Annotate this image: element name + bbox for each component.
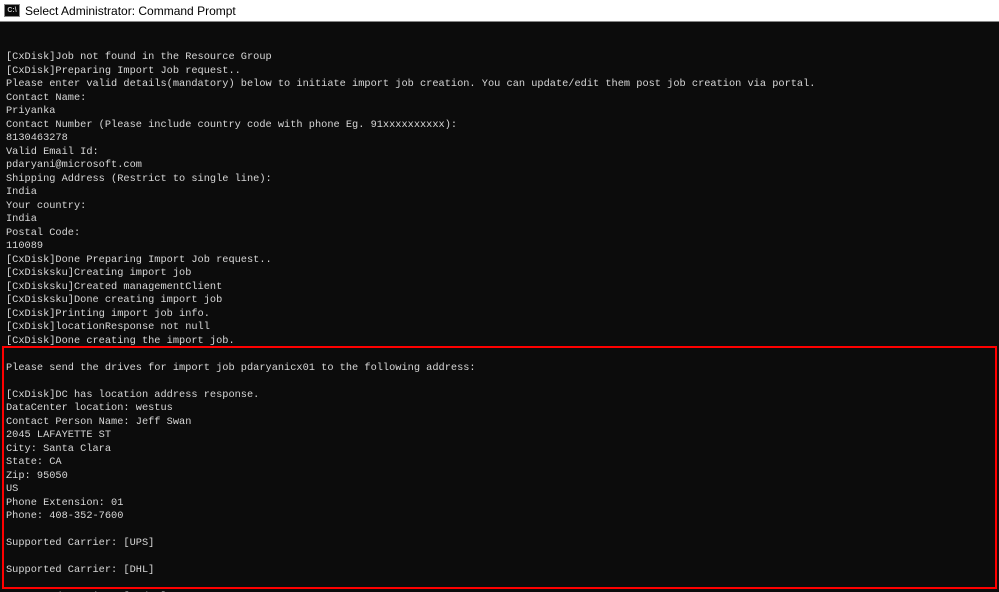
terminal-line: Please enter valid details(mandatory) be…	[6, 78, 993, 92]
terminal-line: Zip: 95050	[6, 470, 993, 484]
terminal-output[interactable]: [CxDisk]Job not found in the Resource Gr…	[0, 22, 999, 592]
terminal-line: Your country:	[6, 200, 993, 214]
terminal-line: India	[6, 213, 993, 227]
terminal-line: US	[6, 483, 993, 497]
terminal-line: Please send the drives for import job pd…	[6, 362, 993, 376]
terminal-line	[6, 524, 993, 538]
terminal-line: [CxDisk]Printing import job info.	[6, 308, 993, 322]
terminal-line: 8130463278	[6, 132, 993, 146]
terminal-line: Supported Carrier: [DHL]	[6, 564, 993, 578]
cmd-icon: C:\	[4, 4, 20, 17]
terminal-line: Phone: 408-352-7600	[6, 510, 993, 524]
title-bar[interactable]: C:\ Select Administrator: Command Prompt	[0, 0, 999, 22]
terminal-line: Valid Email Id:	[6, 146, 993, 160]
terminal-line: [CxDisk]Done creating the import job.	[6, 335, 993, 349]
terminal-line: Postal Code:	[6, 227, 993, 241]
terminal-line	[6, 348, 993, 362]
terminal-line: 110089	[6, 240, 993, 254]
terminal-line: [CxDisksku]Done creating import job	[6, 294, 993, 308]
terminal-line: [CxDisk]Job not found in the Resource Gr…	[6, 51, 993, 65]
terminal-line: State: CA	[6, 456, 993, 470]
terminal-line: Supported Carrier: [UPS]	[6, 537, 993, 551]
terminal-line	[6, 578, 993, 592]
terminal-line: Contact Person Name: Jeff Swan	[6, 416, 993, 430]
terminal-line: [CxDisk]Preparing Import Job request..	[6, 65, 993, 79]
terminal-line: 2045 LAFAYETTE ST	[6, 429, 993, 443]
terminal-line: [CxDisk]Done Preparing Import Job reques…	[6, 254, 993, 268]
terminal-line: [CxDisk]DC has location address response…	[6, 389, 993, 403]
terminal-line: Priyanka	[6, 105, 993, 119]
terminal-line: India	[6, 186, 993, 200]
window-title: Select Administrator: Command Prompt	[25, 4, 236, 18]
terminal-line: [CxDisksku]Creating import job	[6, 267, 993, 281]
terminal-line: Contact Name:	[6, 92, 993, 106]
terminal-line: Contact Number (Please include country c…	[6, 119, 993, 133]
command-prompt-window: C:\ Select Administrator: Command Prompt…	[0, 0, 999, 592]
terminal-line: Shipping Address (Restrict to single lin…	[6, 173, 993, 187]
cmd-icon-label: C:\	[7, 7, 16, 14]
terminal-line: Phone Extension: 01	[6, 497, 993, 511]
terminal-line	[6, 375, 993, 389]
terminal-line: pdaryani@microsoft.com	[6, 159, 993, 173]
terminal-line: [CxDisksku]Created managementClient	[6, 281, 993, 295]
terminal-line: DataCenter location: westus	[6, 402, 993, 416]
terminal-line: City: Santa Clara	[6, 443, 993, 457]
terminal-line: [CxDisk]locationResponse not null	[6, 321, 993, 335]
terminal-line	[6, 551, 993, 565]
